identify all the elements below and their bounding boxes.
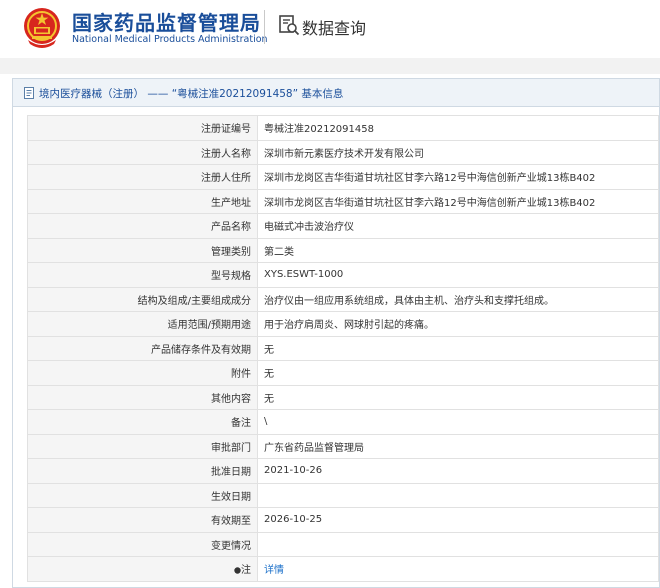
row-label: 审批部门: [27, 433, 258, 459]
row-label: 生产地址: [27, 188, 258, 214]
table-row: 注册证编号 粤械注准20212091458: [27, 115, 659, 141]
table-row: 产品储存条件及有效期无: [27, 335, 659, 361]
note-label-cell: 注: [27, 556, 258, 582]
org-name-en: National Medical Products Administration: [72, 34, 268, 45]
national-emblem-icon: [24, 8, 60, 48]
row-value: 治疗仪由一组应用系统组成，具体由主机、治疗头和支撑托组成。: [257, 286, 659, 312]
table-row: 结构及组成/主要组成成分 治疗仪由一组应用系统组成，具体由主机、治疗头和支撑托组成…: [27, 286, 659, 312]
row-value: 深圳市龙岗区吉华街道甘坑社区甘李六路12号中海信创新产业城13栋B402: [257, 164, 659, 190]
row-value: 2021-10-26: [257, 458, 659, 484]
row-value: [257, 482, 659, 508]
row-value: [257, 531, 659, 557]
table-row: 备注 \: [27, 409, 659, 435]
header-divider: [264, 10, 265, 44]
table-row: 生产地址 深圳市龙岗区吉华街道甘坑社区甘李六路12号中海信创新产业城13栋B402: [27, 188, 659, 214]
row-label: 批准日期: [27, 458, 258, 484]
document-icon: [24, 87, 34, 99]
table-row: 管理类别 第二类: [27, 237, 659, 263]
row-label: 备注: [27, 409, 258, 435]
table-row-note: 注 详情: [27, 556, 659, 582]
row-label: 其他内容: [27, 384, 258, 410]
table-row: 注册人住所 深圳市龙岗区吉华街道甘坑社区甘李六路12号中海信创新产业城13栋B40…: [27, 164, 659, 190]
row-label: 变更情况: [27, 531, 258, 557]
row-label: 注册人住所: [27, 164, 258, 190]
row-value: 无: [257, 335, 659, 361]
row-value: 无: [257, 360, 659, 386]
data-query-link[interactable]: 数据查询: [302, 15, 366, 39]
org-name-cn: 国家药品监督管理局: [72, 11, 261, 35]
title-suffix: 基本信息: [301, 88, 344, 100]
table-row: 批准日期 2021-10-26: [27, 458, 659, 484]
row-label: 注册人名称: [27, 139, 258, 165]
row-value: 无: [257, 384, 659, 410]
row-value: 广东省药品监督管理局: [257, 433, 659, 459]
table-row: 其他内容无: [27, 384, 659, 410]
header-gap: [0, 58, 660, 74]
note-value-cell: 详情: [257, 556, 659, 582]
title-separator: ——: [147, 88, 169, 100]
row-value: 2026-10-25: [257, 507, 659, 533]
table-row: 审批部门 广东省药品监督管理局: [27, 433, 659, 459]
table-row: 产品名称 电磁式冲击波治疗仪: [27, 213, 659, 239]
row-value: 电磁式冲击波治疗仪: [257, 213, 659, 239]
row-label: 结构及组成/主要组成成分: [27, 286, 258, 312]
table-row: 有效期至 2026-10-25: [27, 507, 659, 533]
row-label: 有效期至: [27, 507, 258, 533]
row-value: \: [257, 409, 659, 435]
details-link[interactable]: 详情: [264, 565, 284, 576]
row-value: 用于治疗肩周炎、网球肘引起的疼痛。: [257, 311, 659, 337]
title-category: 境内医疗器械（注册）: [39, 88, 144, 100]
row-value: XYS.ESWT-1000: [257, 262, 659, 288]
table-row: 适用范围/预期用途 用于治疗肩周炎、网球肘引起的疼痛。: [27, 311, 659, 337]
table-row: 变更情况: [27, 531, 659, 557]
row-label: 型号规格: [27, 262, 258, 288]
magnifier-document-icon: [279, 15, 300, 36]
row-label: 生效日期: [27, 482, 258, 508]
site-header: 国家药品监督管理局 National Medical Products Admi…: [0, 0, 660, 58]
row-value: 深圳市龙岗区吉华街道甘坑社区甘李六路12号中海信创新产业城13栋B402: [257, 188, 659, 214]
info-table: 注册证编号 粤械注准20212091458 注册人名称 深圳市新元素医疗技术开发有限…: [27, 115, 659, 582]
panel-title: 境内医疗器械（注册） —— “粤械注准20212091458” 基本信息: [39, 86, 343, 101]
row-label: 产品储存条件及有效期: [27, 335, 258, 361]
row-label: 注册证编号: [27, 115, 258, 141]
row-label: 适用范围/预期用途: [27, 311, 258, 337]
table-row: 附件无: [27, 360, 659, 386]
table-row: 生效日期: [27, 482, 659, 508]
row-label: 管理类别: [27, 237, 258, 263]
row-label: 附件: [27, 360, 258, 386]
table-row: 注册人名称 深圳市新元素医疗技术开发有限公司: [27, 139, 659, 165]
note-label: 注: [241, 565, 251, 577]
row-label: 产品名称: [27, 213, 258, 239]
panel-title-bar: 境内医疗器械（注册） —— “粤械注准20212091458” 基本信息: [13, 79, 659, 107]
detail-panel: 境内医疗器械（注册） —— “粤械注准20212091458” 基本信息 注册证…: [12, 78, 660, 588]
row-value: 粤械注准20212091458: [257, 115, 659, 141]
title-cert-number: “粤械注准20212091458”: [171, 88, 299, 100]
table-row: 型号规格 XYS.ESWT-1000: [27, 262, 659, 288]
row-value: 深圳市新元素医疗技术开发有限公司: [257, 139, 659, 165]
info-bullet-icon: [234, 567, 241, 574]
row-value: 第二类: [257, 237, 659, 263]
